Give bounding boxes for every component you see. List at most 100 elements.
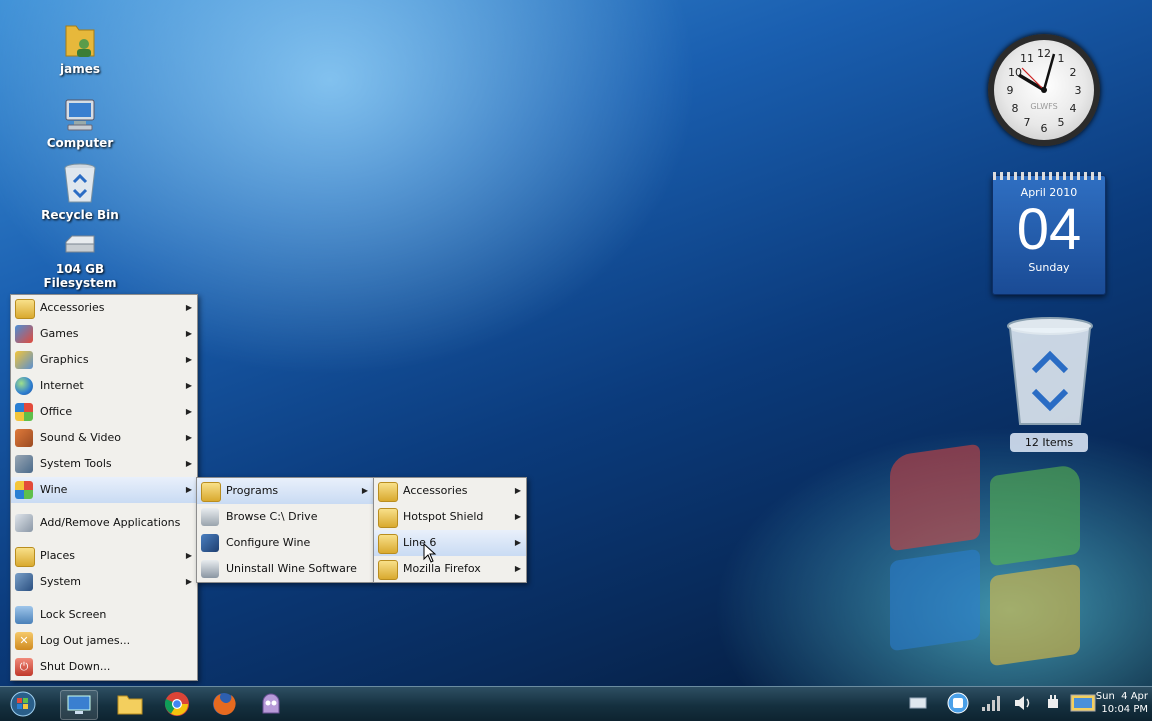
menu-item-system[interactable]: System ▶ bbox=[11, 569, 197, 595]
menu-item-label: Sound & Video bbox=[40, 431, 122, 444]
log-out-icon: ✕ bbox=[15, 632, 33, 650]
submenu-arrow-icon: ▶ bbox=[361, 486, 368, 495]
submenu-arrow-icon: ▶ bbox=[185, 551, 192, 560]
desktop-icon-label: Recycle Bin bbox=[41, 208, 119, 222]
taskbar-pidgin[interactable] bbox=[256, 690, 286, 718]
svg-text:9: 9 bbox=[1007, 84, 1014, 97]
menu-item-programs[interactable]: Programs ▶ bbox=[197, 478, 373, 504]
drive-icon bbox=[201, 508, 219, 526]
menu-item-label: Mozilla Firefox bbox=[403, 562, 481, 575]
menu-item-label: Accessories bbox=[40, 301, 105, 314]
folder-icon bbox=[201, 482, 221, 502]
menu-item-office[interactable]: Office ▶ bbox=[11, 399, 197, 425]
menu-item-games[interactable]: Games ▶ bbox=[11, 321, 197, 347]
submenu-arrow-icon: ▶ bbox=[185, 303, 192, 312]
tray-clock[interactable]: Sun 4 Apr 10:04 PM bbox=[1096, 690, 1148, 716]
uninstall-icon bbox=[201, 560, 219, 578]
system-icon bbox=[15, 573, 33, 591]
taskbar-firefox[interactable] bbox=[209, 690, 239, 718]
menu-item-hotspot-shield[interactable]: Hotspot Shield ▶ bbox=[374, 504, 526, 530]
submenu-arrow-icon: ▶ bbox=[514, 564, 521, 573]
menu-item-system-tools[interactable]: System Tools ▶ bbox=[11, 451, 197, 477]
svg-text:1: 1 bbox=[1058, 52, 1065, 65]
menu-item-wine[interactable]: Wine ▶ bbox=[11, 477, 197, 503]
desktop-icon-home[interactable]: james bbox=[25, 20, 135, 76]
network-icon bbox=[909, 697, 927, 709]
menu-item-wine-accessories[interactable]: Accessories ▶ bbox=[374, 478, 526, 504]
tray-signal[interactable] bbox=[980, 692, 1002, 714]
menu-item-lock-screen[interactable]: Lock Screen bbox=[11, 602, 197, 628]
svg-text:5: 5 bbox=[1058, 116, 1065, 129]
tray-battery[interactable] bbox=[1042, 692, 1064, 714]
recycle-bin-widget[interactable] bbox=[1004, 316, 1096, 430]
calendar-rings bbox=[993, 172, 1105, 180]
pidgin-icon bbox=[262, 693, 280, 714]
menu-item-label: Shut Down... bbox=[40, 660, 111, 673]
folder-icon bbox=[117, 695, 143, 715]
menu-item-graphics[interactable]: Graphics ▶ bbox=[11, 347, 197, 373]
desktop-icon-filesystem[interactable]: 104 GB Filesystem bbox=[25, 234, 135, 290]
desktop-preview-icon bbox=[1070, 694, 1096, 712]
globe-icon bbox=[15, 377, 33, 395]
drive-icon bbox=[65, 235, 95, 253]
menu-item-line-6[interactable]: Line 6 ▶ bbox=[374, 530, 526, 556]
menu-item-configure-wine[interactable]: Configure Wine bbox=[197, 530, 373, 556]
clock-brand: GLWFS bbox=[1030, 102, 1058, 111]
calendar-day: 04 bbox=[1016, 197, 1082, 262]
menu-item-label: Games bbox=[40, 327, 79, 340]
menu-item-log-out[interactable]: ✕ Log Out james... bbox=[11, 628, 197, 654]
desktop-icon-recycle-bin[interactable]: Recycle Bin bbox=[25, 162, 135, 222]
menu-item-mozilla-firefox[interactable]: Mozilla Firefox ▶ bbox=[374, 556, 526, 582]
submenu-arrow-icon: ▶ bbox=[514, 512, 521, 521]
tray-volume[interactable] bbox=[1012, 692, 1034, 714]
submenu-arrow-icon: ▶ bbox=[185, 433, 192, 442]
menu-item-add-remove-applications[interactable]: Add/Remove Applications bbox=[11, 510, 197, 536]
lock-icon bbox=[15, 606, 33, 624]
main-menu: Accessories ▶ Games ▶ Graphics ▶ Internet ▶ … bbox=[10, 294, 198, 681]
menu-item-browse-c-drive[interactable]: Browse C:\ Drive bbox=[197, 504, 373, 530]
start-button[interactable] bbox=[8, 690, 38, 718]
configure-wine-icon bbox=[201, 534, 219, 552]
wallpaper-logo bbox=[860, 440, 1100, 670]
svg-text:2: 2 bbox=[1070, 66, 1077, 79]
office-icon bbox=[15, 403, 33, 421]
clock-widget[interactable]: 12 1 2 345 678 9 10 11 GLWFS bbox=[988, 34, 1100, 146]
programs-submenu: Accessories ▶ Hotspot Shield ▶ Line 6 ▶ Moz… bbox=[373, 477, 527, 583]
desktop-icon-computer[interactable]: Computer bbox=[25, 96, 135, 150]
power-icon: ⏻ bbox=[15, 658, 33, 676]
menu-item-sound-video[interactable]: Sound & Video ▶ bbox=[11, 425, 197, 451]
tray-update[interactable] bbox=[947, 692, 969, 714]
svg-text:12: 12 bbox=[1037, 47, 1051, 60]
recycle-bin-icon bbox=[64, 163, 96, 203]
menu-item-shut-down[interactable]: ⏻ Shut Down... bbox=[11, 654, 197, 680]
folder-icon bbox=[378, 508, 398, 528]
menu-item-label: Browse C:\ Drive bbox=[226, 510, 318, 523]
submenu-arrow-icon: ▶ bbox=[185, 329, 192, 338]
menu-item-uninstall-wine-software[interactable]: Uninstall Wine Software bbox=[197, 556, 373, 582]
menu-item-label: Programs bbox=[226, 484, 279, 497]
taskbar-chrome[interactable] bbox=[162, 690, 192, 718]
menu-item-internet[interactable]: Internet ▶ bbox=[11, 373, 197, 399]
menu-item-places[interactable]: Places ▶ bbox=[11, 543, 197, 569]
tray-network-manager[interactable] bbox=[907, 692, 929, 714]
calendar-widget[interactable]: April 2010 04 Sunday bbox=[992, 172, 1106, 295]
submenu-arrow-icon: ▶ bbox=[514, 538, 521, 547]
menu-item-accessories[interactable]: Accessories ▶ bbox=[11, 295, 197, 321]
monitor-icon bbox=[67, 695, 91, 714]
svg-text:11: 11 bbox=[1020, 52, 1034, 65]
menu-item-label: Office bbox=[40, 405, 73, 418]
chrome-icon bbox=[164, 692, 189, 716]
system-tools-icon bbox=[15, 455, 33, 473]
menu-item-label: Lock Screen bbox=[40, 608, 107, 621]
submenu-arrow-icon: ▶ bbox=[185, 381, 192, 390]
taskbar-file-manager[interactable] bbox=[115, 690, 145, 718]
tray-notes[interactable] bbox=[1070, 692, 1096, 714]
home-folder-icon bbox=[65, 25, 95, 57]
menu-item-label: Log Out james... bbox=[40, 634, 131, 647]
taskbar-show-desktop[interactable] bbox=[60, 690, 98, 720]
menu-item-label: Places bbox=[40, 549, 75, 562]
add-remove-icon bbox=[15, 514, 33, 532]
desktop-icon-label: Computer bbox=[46, 136, 114, 150]
submenu-arrow-icon: ▶ bbox=[185, 577, 192, 586]
wine-submenu: Programs ▶ Browse C:\ Drive Configure Win… bbox=[196, 477, 374, 583]
